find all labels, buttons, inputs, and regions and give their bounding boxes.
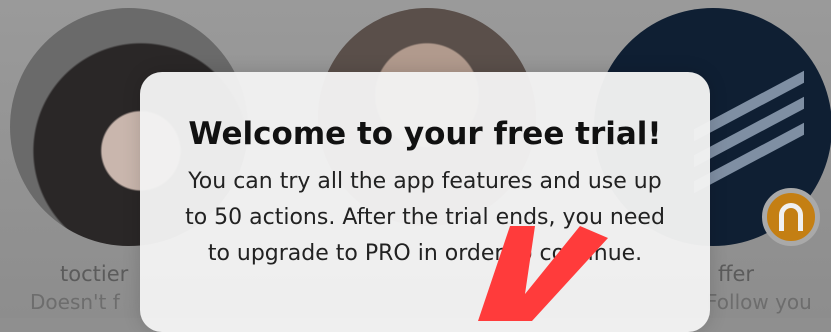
profile-status-1: Doesn't f	[30, 290, 120, 314]
profile-status-3: Follow you	[706, 290, 812, 314]
free-trial-dialog: Welcome to your free trial! You can try …	[140, 72, 710, 332]
profile-name-1: toctier	[60, 262, 129, 286]
dialog-message: You can try all the app features and use…	[185, 169, 665, 266]
headphones-icon	[762, 188, 820, 246]
dialog-title: Welcome to your free trial!	[188, 116, 662, 152]
profile-name-3: ffer	[718, 262, 755, 286]
